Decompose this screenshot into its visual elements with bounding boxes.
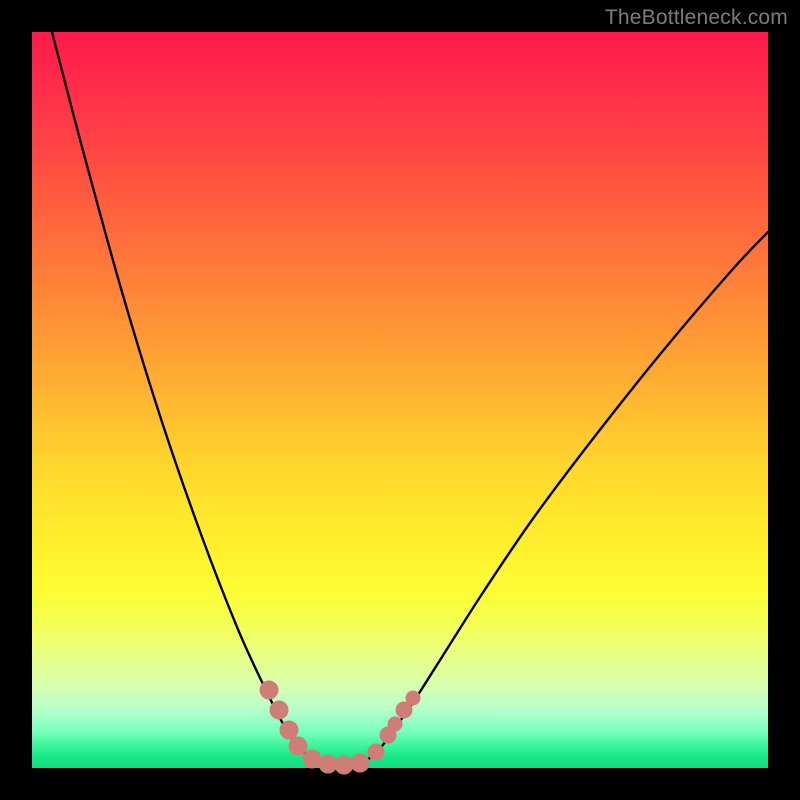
- curve-layer: [32, 32, 768, 768]
- marker-layer: [260, 681, 420, 774]
- right-node-1: [368, 744, 384, 760]
- watermark-label: TheBottleneck.com: [605, 6, 788, 30]
- plot-area: [32, 32, 768, 768]
- flat-node-4: [351, 754, 369, 772]
- flat-node-3: [335, 756, 353, 774]
- bottleneck-curve: [52, 32, 768, 765]
- right-node-3: [388, 717, 402, 731]
- right-node-5: [406, 691, 420, 705]
- left-node-3: [280, 721, 298, 739]
- left-node-2: [270, 701, 288, 719]
- flat-node-1: [303, 750, 321, 768]
- flat-node-2: [319, 755, 337, 773]
- chart-frame: TheBottleneck.com: [0, 0, 800, 800]
- left-node-1: [260, 681, 278, 699]
- left-node-4: [289, 737, 307, 755]
